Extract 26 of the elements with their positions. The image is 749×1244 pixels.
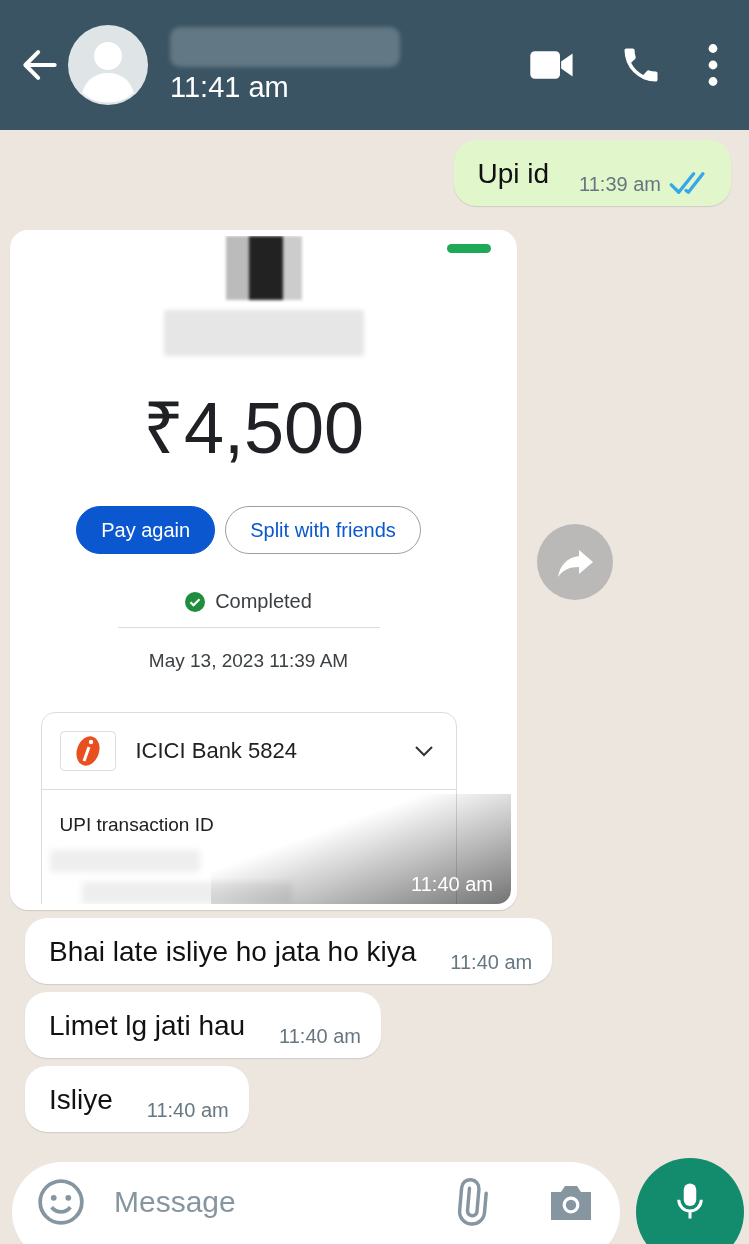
transaction-id-label: UPI transaction ID xyxy=(59,814,215,836)
chevron-down-icon[interactable] xyxy=(413,745,434,757)
payment-amount: ₹4,500 xyxy=(142,387,365,470)
message-time: 11:39 am xyxy=(579,173,661,196)
split-button[interactable]: Split with friends xyxy=(225,506,421,554)
last-seen-time: 11:41 am xyxy=(170,70,290,104)
emoji-icon[interactable] xyxy=(36,1177,86,1227)
payment-date: May 13, 2023 11:39 AM xyxy=(148,650,349,672)
message-time: 11:40 am xyxy=(279,1025,361,1048)
bank-account-label: ICICI Bank 5824 xyxy=(135,738,297,764)
microphone-icon xyxy=(675,1181,705,1221)
pay-again-button[interactable]: Pay again xyxy=(76,506,216,554)
avatar-icon[interactable] xyxy=(68,25,148,105)
menu-icon[interactable] xyxy=(707,43,719,87)
bank-logo-icon xyxy=(59,731,116,771)
message-text: Limet lg jati hau xyxy=(49,1009,246,1043)
check-circle-icon xyxy=(185,591,206,612)
status-bar-indicator xyxy=(447,244,491,253)
message-text: Upi id xyxy=(477,157,550,191)
payment-status: Completed xyxy=(215,590,312,613)
message-text: Bhai late isliye ho jata ho kiya xyxy=(49,935,417,969)
video-call-icon[interactable] xyxy=(529,49,575,81)
message-text: Isliye xyxy=(49,1083,113,1117)
message-time: 11:40 am xyxy=(411,873,493,896)
message-time: 11:40 am xyxy=(146,1099,229,1122)
message-time: 11:40 am xyxy=(450,951,533,974)
